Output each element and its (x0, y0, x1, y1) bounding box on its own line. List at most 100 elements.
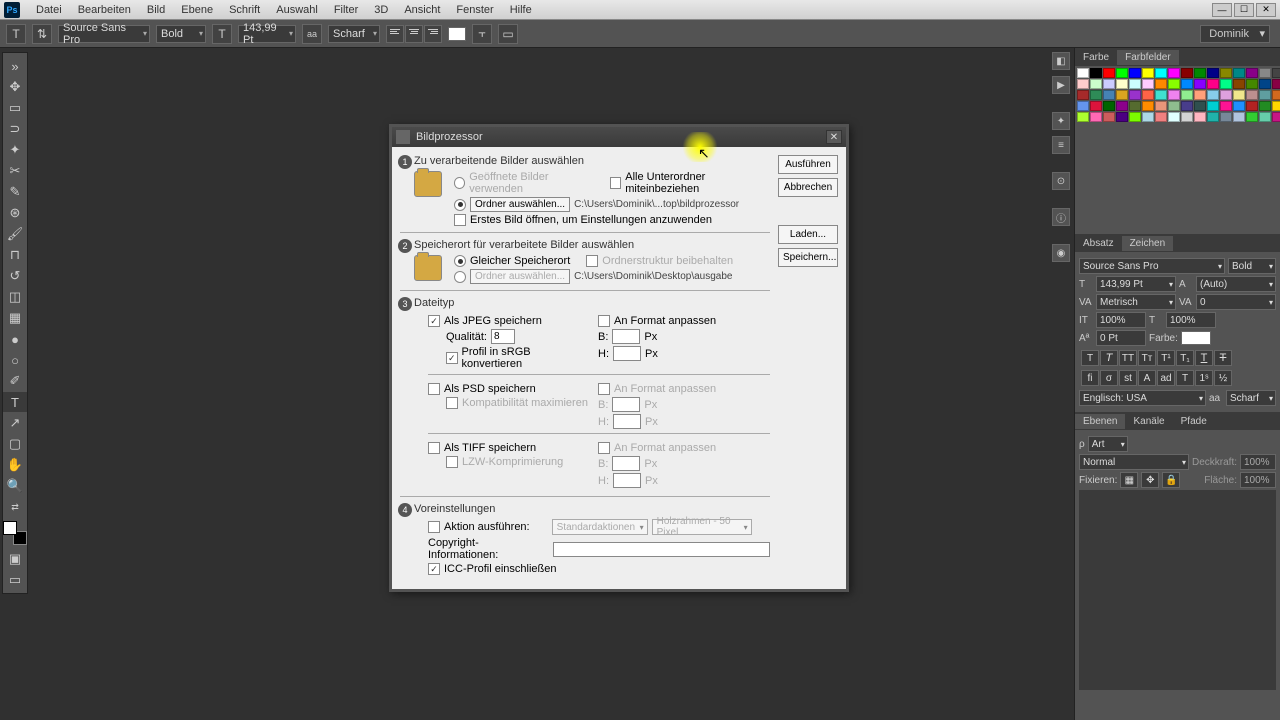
swatch[interactable] (1194, 68, 1206, 78)
tab-channels[interactable]: Kanäle (1125, 414, 1172, 429)
opentype-fi[interactable]: fi (1081, 370, 1099, 386)
swatch[interactable] (1103, 79, 1115, 89)
dodge-tool[interactable]: ○ (3, 350, 27, 370)
antialias-select[interactable]: Scharf (328, 25, 380, 43)
quickmask-tool[interactable]: ▣ (3, 549, 27, 569)
swatch[interactable] (1246, 79, 1258, 89)
swatch[interactable] (1142, 101, 1154, 111)
swatch[interactable] (1194, 90, 1206, 100)
menu-ansicht[interactable]: Ansicht (396, 2, 448, 18)
swatch[interactable] (1194, 79, 1206, 89)
swatch[interactable] (1246, 112, 1258, 122)
swatches-grid[interactable] (1075, 66, 1280, 124)
font-weight-select[interactable]: Bold (156, 25, 206, 43)
eyedropper-tool[interactable]: ✎ (3, 182, 27, 202)
srgb-check[interactable] (446, 352, 458, 364)
jpeg-width-input[interactable] (612, 329, 640, 344)
swatch[interactable] (1246, 90, 1258, 100)
lock-all[interactable]: 🔒 (1162, 472, 1180, 488)
swatch[interactable] (1272, 112, 1280, 122)
lock-pixels[interactable]: ▦ (1120, 472, 1138, 488)
resize-psd-check[interactable] (598, 383, 610, 395)
fg-bg-colors[interactable] (3, 521, 27, 545)
char-aa-select[interactable]: Scharf (1226, 390, 1276, 406)
copyright-input[interactable] (553, 542, 770, 557)
swatch[interactable] (1116, 101, 1128, 111)
swatch[interactable] (1077, 101, 1089, 111)
swatch[interactable] (1207, 112, 1219, 122)
swatch[interactable] (1220, 90, 1232, 100)
swatch[interactable] (1155, 90, 1167, 100)
swatch[interactable] (1116, 79, 1128, 89)
swatch[interactable] (1129, 90, 1141, 100)
select-folder-radio[interactable] (454, 199, 466, 211)
zoom-tool[interactable]: 🔍 (3, 476, 27, 496)
swatch[interactable] (1116, 68, 1128, 78)
swatch[interactable] (1272, 79, 1280, 89)
subscript-btn[interactable]: T₁ (1176, 350, 1194, 366)
swatch[interactable] (1103, 68, 1115, 78)
char-baseline-input[interactable]: 0 Pt (1096, 330, 1146, 346)
smallcaps-btn[interactable]: Tᴛ (1138, 350, 1156, 366)
max-compat-check[interactable] (446, 397, 458, 409)
swatch[interactable] (1090, 79, 1102, 89)
keep-struct-check[interactable] (586, 255, 598, 267)
swatch[interactable] (1116, 90, 1128, 100)
char-color-swatch[interactable] (1181, 331, 1211, 345)
swatch[interactable] (1272, 68, 1280, 78)
opentype-half[interactable]: ½ (1214, 370, 1232, 386)
allcaps-btn[interactable]: TT (1119, 350, 1137, 366)
swatch[interactable] (1129, 79, 1141, 89)
menu-3d[interactable]: 3D (366, 2, 396, 18)
swatch[interactable] (1220, 68, 1232, 78)
swatch[interactable] (1181, 90, 1193, 100)
jpeg-height-input[interactable] (613, 346, 641, 361)
swatch[interactable] (1168, 90, 1180, 100)
opentype-1st[interactable]: 1ˢ (1195, 370, 1213, 386)
swatch[interactable] (1259, 68, 1271, 78)
opentype-st[interactable]: st (1119, 370, 1137, 386)
lock-position[interactable]: ✥ (1141, 472, 1159, 488)
action-set-select[interactable]: Standardaktionen (552, 519, 648, 535)
tab-character[interactable]: Zeichen (1122, 236, 1174, 251)
save-tiff-check[interactable] (428, 442, 440, 454)
swatch[interactable] (1220, 112, 1232, 122)
italic-btn[interactable]: T (1100, 350, 1118, 366)
screenmode-tool[interactable]: ▭ (3, 570, 27, 590)
dialog-close-button[interactable]: ✕ (826, 130, 842, 144)
close-window-button[interactable]: ✕ (1256, 3, 1276, 17)
swatch[interactable] (1155, 101, 1167, 111)
swatch[interactable] (1181, 112, 1193, 122)
menu-datei[interactable]: Datei (28, 2, 70, 18)
swatch[interactable] (1142, 79, 1154, 89)
save-settings-button[interactable]: Speichern... (778, 248, 838, 267)
swatch[interactable] (1155, 79, 1167, 89)
swatch[interactable] (1220, 79, 1232, 89)
swatch[interactable] (1207, 68, 1219, 78)
same-location-radio[interactable] (454, 255, 466, 267)
type-tool[interactable]: T (3, 392, 27, 412)
lzw-check[interactable] (446, 456, 458, 468)
char-hscale-input[interactable]: 100% (1166, 312, 1216, 328)
opentype-sigma[interactable]: σ (1100, 370, 1118, 386)
swatch[interactable] (1168, 101, 1180, 111)
swatch[interactable] (1077, 112, 1089, 122)
orientation-icon[interactable]: ⇅ (32, 24, 52, 44)
fill-input[interactable]: 100% (1240, 472, 1276, 488)
blend-mode-select[interactable]: Normal (1079, 454, 1189, 470)
swatch[interactable] (1259, 101, 1271, 111)
panel-icon-1[interactable]: ◧ (1052, 52, 1070, 70)
align-center-button[interactable] (405, 25, 423, 43)
swatch[interactable] (1272, 101, 1280, 111)
char-tracking-select[interactable]: 0 (1196, 294, 1276, 310)
menu-ebene[interactable]: Ebene (173, 2, 221, 18)
swatch[interactable] (1207, 79, 1219, 89)
menu-bearbeiten[interactable]: Bearbeiten (70, 2, 139, 18)
char-panel-icon[interactable]: ▭ (498, 24, 518, 44)
menu-filter[interactable]: Filter (326, 2, 366, 18)
swatch[interactable] (1168, 79, 1180, 89)
history-brush-tool[interactable]: ↺ (3, 266, 27, 286)
swatch[interactable] (1233, 79, 1245, 89)
swatch[interactable] (1142, 90, 1154, 100)
shape-tool[interactable]: ▢ (3, 434, 27, 454)
